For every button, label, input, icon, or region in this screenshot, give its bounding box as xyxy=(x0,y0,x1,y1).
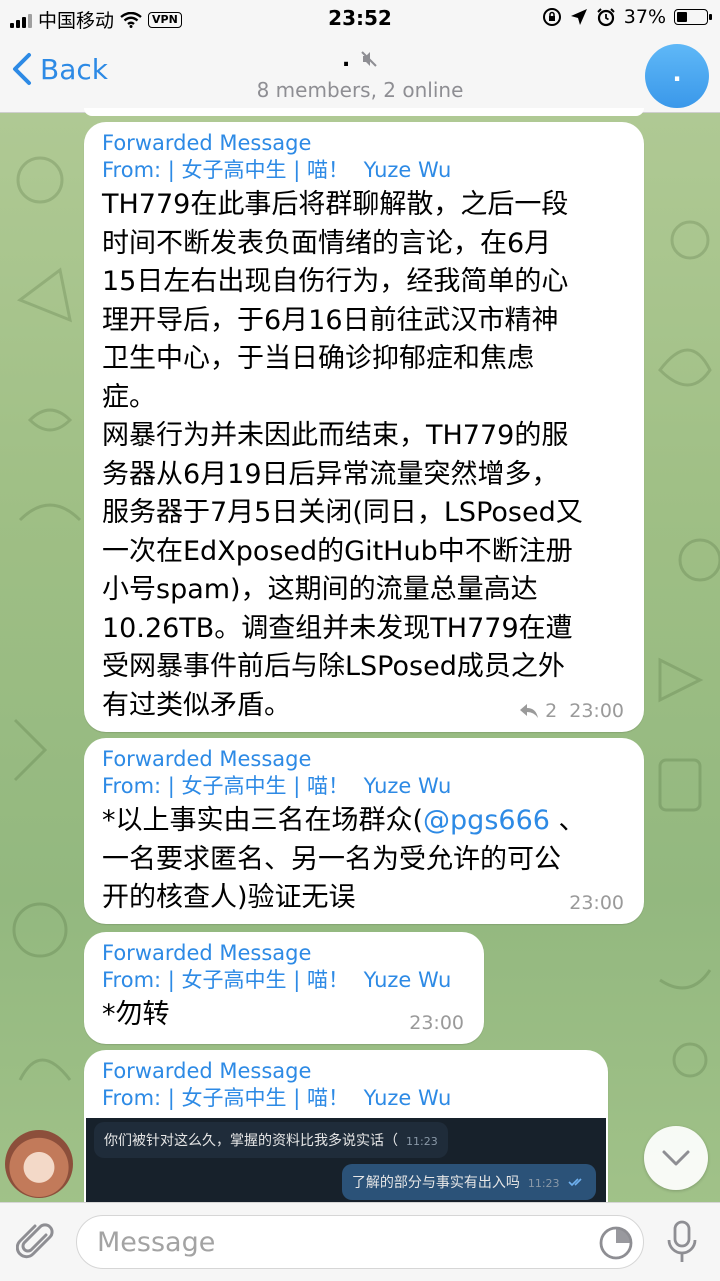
message-meta: 23:00 xyxy=(409,1012,464,1034)
muted-icon xyxy=(361,51,377,67)
forwarded-image[interactable]: 你们被针对这么久，掌握的资料比我多说实话（ 11:23 了解的部分与事实有出入吗 1… xyxy=(86,1118,606,1202)
forward-source-author: Yuze Wu xyxy=(363,158,452,182)
previous-message-edge xyxy=(84,108,644,116)
message-composer xyxy=(0,1202,720,1281)
message-bubble[interactable]: Forwarded Message From: | 女子高中生 | 喵！ Yuz… xyxy=(84,738,644,924)
reply-count-icon xyxy=(520,704,539,718)
message-meta: 2 23:00 xyxy=(519,700,624,722)
forward-source-name: | 女子高中生 | 喵！ xyxy=(167,774,349,798)
message-time: 23:00 xyxy=(409,1012,464,1034)
forwarded-label: Forwarded Message xyxy=(102,747,312,771)
forwarded-label: Forwarded Message xyxy=(102,131,312,155)
image-incoming-message: 你们被针对这么久，掌握的资料比我多说实话（ 11:23 xyxy=(94,1122,448,1158)
rotation-lock-icon xyxy=(542,8,561,26)
forwarded-from[interactable]: From: | 女子高中生 | 喵！ Yuze Wu xyxy=(102,773,626,800)
group-avatar[interactable]: . xyxy=(645,44,709,108)
sender-avatar[interactable] xyxy=(5,1130,73,1198)
forwarded-label: Forwarded Message xyxy=(102,941,312,965)
message-text: *以上事实由三名在场群众(@pgs666 、 一名要求匿名、另一名为受允许的可公… xyxy=(102,805,586,913)
chat-subtitle: 8 members, 2 online xyxy=(256,78,464,102)
alarm-icon xyxy=(597,8,615,27)
message-input[interactable] xyxy=(76,1215,644,1269)
forward-source-name: | 女子高中生 | 喵！ xyxy=(167,158,349,182)
forward-source-author: Yuze Wu xyxy=(363,774,452,798)
location-arrow-icon xyxy=(570,9,587,25)
image-outgoing-message: 了解的部分与事实有出入吗 11:23 xyxy=(341,1164,596,1200)
double-check-icon xyxy=(568,1178,582,1187)
mention-link[interactable]: @pgs666 xyxy=(423,805,550,836)
forward-source-author: Yuze Wu xyxy=(363,968,452,992)
battery-icon xyxy=(674,9,712,25)
forward-source-author: Yuze Wu xyxy=(363,1086,452,1110)
message-bubble[interactable]: Forwarded Message From: | 女子高中生 | 喵！ Yuz… xyxy=(84,932,484,1044)
status-bar: 中国移动 VPN 23:52 37% xyxy=(0,0,720,36)
chevron-down-icon xyxy=(662,1150,690,1166)
battery-percent: 37% xyxy=(623,6,666,28)
sticker-icon[interactable] xyxy=(598,1225,634,1261)
reply-count: 2 xyxy=(545,700,558,722)
chat-title: . xyxy=(341,46,351,72)
message-text: TH779在此事后将群聊解散，之后一段 时间不断发表负面情绪的言论，在6月 15… xyxy=(102,189,583,721)
message-meta: 23:00 xyxy=(569,892,624,914)
message-time: 23:00 xyxy=(569,892,624,914)
message-bubble[interactable]: Forwarded Message From: | 女子高中生 | 喵！ Yuz… xyxy=(84,122,644,732)
forward-source-name: | 女子高中生 | 喵！ xyxy=(167,968,349,992)
forward-source-name: | 女子高中生 | 喵！ xyxy=(167,1086,349,1110)
microphone-icon[interactable] xyxy=(664,1219,700,1265)
scroll-to-bottom-button[interactable] xyxy=(644,1126,708,1190)
paperclip-icon[interactable] xyxy=(16,1221,56,1263)
forwarded-from[interactable]: From: | 女子高中生 | 喵！ Yuze Wu xyxy=(102,967,466,994)
chat-title-area[interactable]: . 8 members, 2 online xyxy=(0,46,720,103)
message-time: 23:00 xyxy=(569,700,624,722)
chat-header: Back . 8 members, 2 online . xyxy=(0,36,720,113)
forwarded-from[interactable]: From: | 女子高中生 | 喵！ Yuze Wu xyxy=(102,157,626,184)
forwarded-label: Forwarded Message xyxy=(102,1059,312,1083)
message-bubble[interactable]: Forwarded Message From: | 女子高中生 | 喵！ Yuz… xyxy=(84,1050,608,1202)
forwarded-from[interactable]: From: | 女子高中生 | 喵！ Yuze Wu xyxy=(102,1085,590,1112)
